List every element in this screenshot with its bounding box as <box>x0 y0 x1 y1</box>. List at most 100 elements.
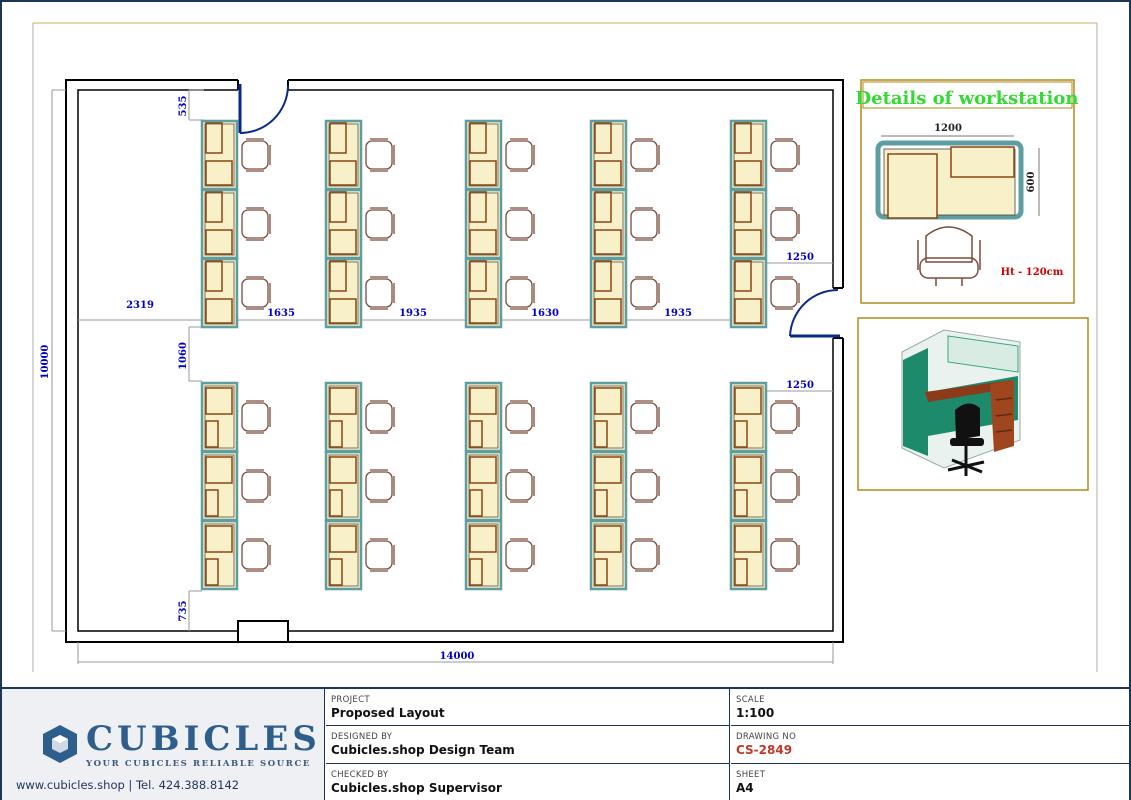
chair-icon <box>241 276 271 310</box>
chair-icon <box>630 207 660 241</box>
sheet-cell: SHEET A4 <box>731 764 1129 800</box>
opening-bottom <box>237 620 289 643</box>
details-width-label: 1200 <box>934 123 962 134</box>
chair-icon <box>505 138 535 172</box>
designed-by-value: Cubicles.shop Design Team <box>331 743 515 757</box>
door-top <box>238 84 289 134</box>
workstation-19 <box>589 381 660 453</box>
chair-icon <box>505 400 535 434</box>
drawing-no-cell: DRAWING NO CS-2849 <box>731 726 1129 764</box>
chair-icon <box>505 207 535 241</box>
drawing-no-label: DRAWING NO <box>736 732 797 742</box>
scale-cell: SCALE 1:100 <box>731 689 1129 726</box>
workstation-24 <box>589 450 660 522</box>
logo-tagline: YOUR CUBICLES RELIABLE SOURCE <box>86 759 311 769</box>
title-block: CUBICLES YOUR CUBICLES RELIABLE SOURCE w… <box>2 687 1129 800</box>
designed-by-label: DESIGNED BY <box>331 732 393 742</box>
workstation-26 <box>200 519 271 591</box>
workstation-30 <box>729 519 800 591</box>
chair-icon <box>630 400 660 434</box>
workstation-6 <box>200 188 271 260</box>
workstation-14 <box>589 257 660 329</box>
workstation-10 <box>729 188 800 260</box>
workstation-1 <box>200 119 271 191</box>
checked-by-value: Cubicles.shop Supervisor <box>331 781 502 795</box>
workstation-3d-render <box>857 317 1089 491</box>
chair-icon <box>365 538 395 572</box>
chair-icon <box>770 207 800 241</box>
chair-icon <box>505 276 535 310</box>
chair-icon <box>770 276 800 310</box>
chair-icon <box>241 538 271 572</box>
details-panel: Details of workstation 1200 600 Ht - 120… <box>856 79 1079 304</box>
sheet-label: SHEET <box>736 770 766 780</box>
dim-top-left-offset: 535 <box>178 96 189 117</box>
dim-door-right-top: 1250 <box>786 252 814 263</box>
workstation-27 <box>324 519 395 591</box>
chair-icon <box>241 138 271 172</box>
chair-icon <box>770 400 800 434</box>
workstation-4 <box>589 119 660 191</box>
workstation-18 <box>464 381 535 453</box>
chair-icon <box>365 138 395 172</box>
dimension-lines <box>51 89 834 664</box>
cube-logo-icon <box>43 725 77 763</box>
logo-wordmark: CUBICLES <box>86 719 321 759</box>
workstation-29 <box>589 519 660 591</box>
workstation-top-view <box>875 140 1024 220</box>
checked-by-cell: CHECKED BY Cubicles.shop Supervisor <box>326 764 729 800</box>
dim-overall-width: 14000 <box>440 651 475 662</box>
drawing-no-value: CS-2849 <box>736 743 793 757</box>
chair-icon <box>630 469 660 503</box>
chair-icon <box>770 538 800 572</box>
chair-icon <box>505 538 535 572</box>
chair-icon <box>630 138 660 172</box>
workstation-16 <box>200 381 271 453</box>
checked-by-label: CHECKED BY <box>331 770 389 780</box>
workstation-9 <box>589 188 660 260</box>
dim-corridor-left: 2319 <box>126 300 154 311</box>
chair-icon <box>365 276 395 310</box>
workstation-8 <box>464 188 535 260</box>
chair-icon <box>241 400 271 434</box>
chair-icon <box>365 400 395 434</box>
chair-icon <box>241 469 271 503</box>
chair-icon <box>630 276 660 310</box>
workstation-12 <box>324 257 395 329</box>
chair-icon <box>505 469 535 503</box>
dim-gap-1: 1635 <box>267 308 295 319</box>
workstation-21 <box>200 450 271 522</box>
dim-door-right-bottom: 1250 <box>786 380 814 391</box>
dim-gap-2: 1935 <box>399 308 427 319</box>
chair-icon <box>630 538 660 572</box>
scale-value: 1:100 <box>736 706 775 720</box>
workstation-7 <box>324 188 395 260</box>
workstation-25 <box>729 450 800 522</box>
dim-corridor-height: 1060 <box>178 342 189 370</box>
project-value: Proposed Layout <box>331 706 445 720</box>
workstation-15 <box>729 257 800 329</box>
dim-gap-4: 1935 <box>664 308 692 319</box>
project-label: PROJECT <box>331 695 370 705</box>
designed-by-cell: DESIGNED BY Cubicles.shop Design Team <box>326 726 729 764</box>
contact-line: www.cubicles.shop | Tel. 424.388.8142 <box>16 778 240 792</box>
title-block-divider <box>729 689 731 800</box>
chair-icon <box>770 138 800 172</box>
project-cell: PROJECT Proposed Layout <box>326 689 729 726</box>
workstation-23 <box>464 450 535 522</box>
scale-label: SCALE <box>736 695 765 705</box>
dim-bottom-left-offset: 735 <box>178 601 189 622</box>
dim-gap-3: 1630 <box>531 308 559 319</box>
company-logo-area: CUBICLES YOUR CUBICLES RELIABLE SOURCE w… <box>2 689 325 800</box>
workstation-2 <box>324 119 395 191</box>
workstation-5 <box>729 119 800 191</box>
workstation-22 <box>324 450 395 522</box>
details-title: Details of workstation <box>856 88 1079 109</box>
workstations <box>200 119 800 591</box>
sheet-value: A4 <box>736 781 754 795</box>
floor-plan-drawing: 14000 10000 535 2319 1060 735 1635 1935 … <box>32 22 1098 672</box>
workstation-28 <box>464 519 535 591</box>
workstation-17 <box>324 381 395 453</box>
workstation-20 <box>729 381 800 453</box>
chair-icon <box>365 207 395 241</box>
